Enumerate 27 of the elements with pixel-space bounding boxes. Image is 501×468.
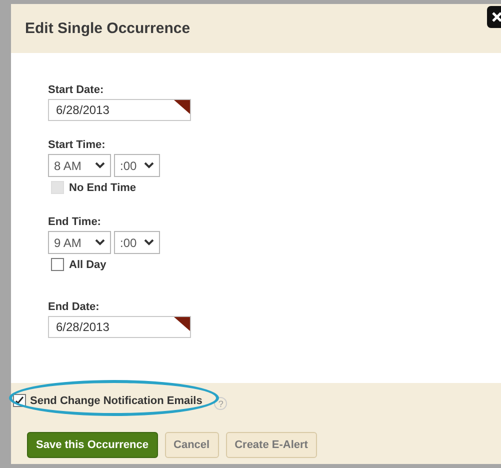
save-button[interactable]: Save this Occurrence [27, 432, 158, 458]
field-label: End Date: [48, 301, 100, 313]
field-label: Start Time: [48, 139, 106, 151]
checkbox-label: Send Change Notification Emails [30, 394, 202, 406]
action-button[interactable]: Create E-Alert [226, 432, 317, 458]
checkmark-icon [15, 396, 24, 405]
date-field[interactable]: 6/28/2013 [48, 99, 191, 121]
checkbox-label: No End Time [69, 182, 136, 194]
minute-select[interactable]: :00 [114, 231, 160, 254]
minute-select[interactable]: :00 [114, 154, 160, 177]
chevron-down-icon [95, 162, 105, 169]
action-button[interactable]: Cancel [164, 432, 219, 458]
chevron-down-icon [95, 239, 105, 246]
hour-select[interactable]: 9 AM [48, 231, 111, 254]
field-label: Start Date: [48, 84, 105, 96]
field-label: End Time: [48, 216, 102, 228]
close-button[interactable] [487, 6, 501, 28]
hour-select[interactable]: 8 AM [48, 154, 111, 177]
checkbox[interactable] [51, 258, 64, 271]
close-icon [492, 12, 501, 22]
checkbox-label: All Day [69, 258, 106, 270]
triangle-icon [174, 100, 190, 114]
dialog-title: Edit Single Occurrence [25, 20, 190, 37]
date-field[interactable]: 6/28/2013 [48, 316, 191, 338]
chevron-down-icon [144, 239, 154, 246]
chevron-down-icon [144, 162, 154, 169]
triangle-icon [174, 317, 190, 331]
